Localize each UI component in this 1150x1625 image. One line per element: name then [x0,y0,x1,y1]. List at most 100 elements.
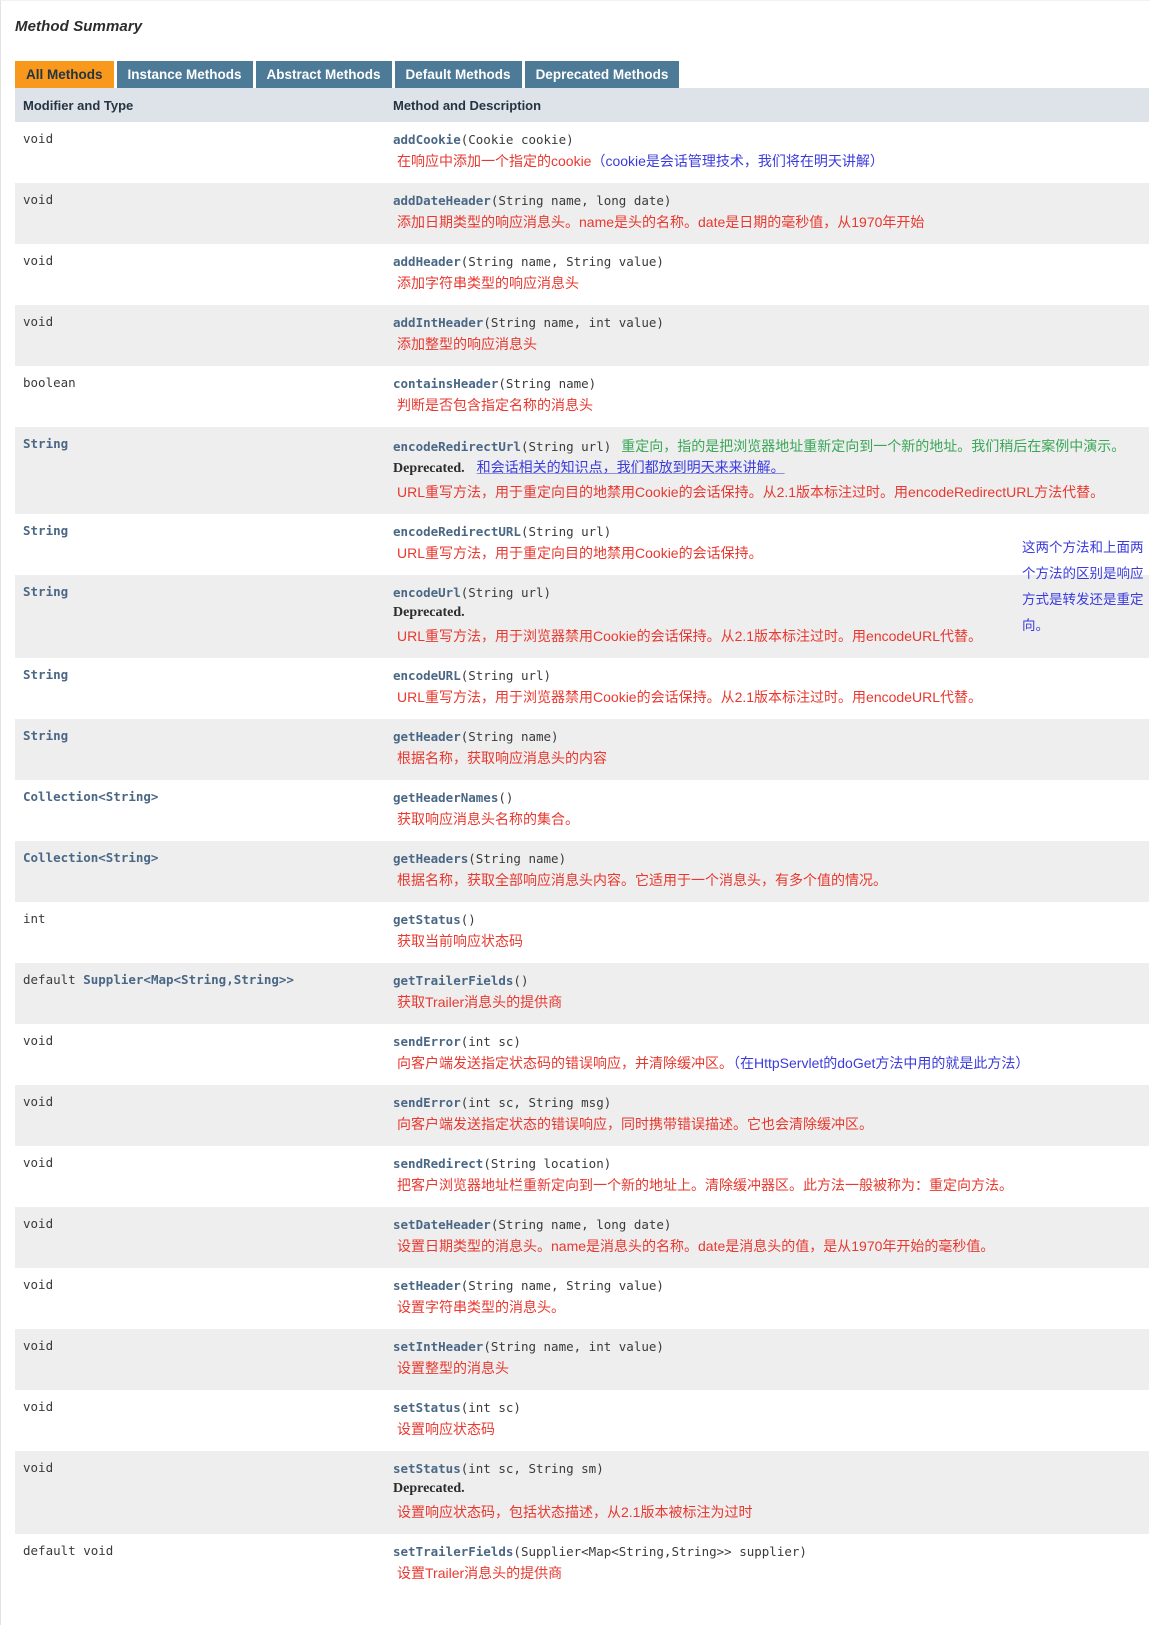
annotation-text: 添加整型的响应消息头 [397,336,537,352]
type-link[interactable]: String [23,667,68,682]
method-name-link[interactable]: setIntHeader [393,1339,483,1354]
method-name-link[interactable]: encodeRedirectUrl [393,439,521,454]
method-parameters: (String name) [460,729,559,744]
method-parameters: () [460,912,476,927]
method-signature: setStatus(int sc) [393,1399,521,1416]
method-signature: setDateHeader(String name, long date) [393,1216,671,1233]
method-name-link[interactable]: encodeRedirectURL [393,524,521,539]
method-signature: addIntHeader(String name, int value) [393,314,664,331]
table-row: Collection<String> getHeaderNames() 获取响应消息… [15,780,1149,841]
method-name-link[interactable]: setTrailerFields [393,1544,513,1559]
method-name-link[interactable]: getTrailerFields [393,973,513,988]
method-signature: encodeRedirectURL(String url) [393,523,611,540]
method-name-link[interactable]: sendRedirect [393,1156,483,1171]
tab-all-methods[interactable]: All Methods [15,61,114,88]
modifier-keyword: void [23,1155,54,1170]
modifier-keyword: void [23,1399,54,1414]
tab-deprecated-methods[interactable]: Deprecated Methods [524,61,680,88]
method-signature-row: setDateHeader(String name, long date) [393,1216,1143,1233]
type-link[interactable]: Collection<String> [23,789,158,804]
method-signature: containsHeader(String name) [393,375,596,392]
deprecated-annotation-blue: 和会话相关的知识点，我们都放到明天来来讲解。 [476,459,785,475]
modifier-keyword: void [23,253,54,268]
annotation-text-blue: （cookie是会话管理技术，我们将在明天讲解） [591,153,884,169]
method-name-link[interactable]: setStatus [393,1400,461,1415]
method-name-link[interactable]: containsHeader [393,376,498,391]
method-signature-row: getHeader(String name) [393,728,1143,745]
method-name-link[interactable]: setHeader [393,1278,461,1293]
method-signature: encodeURL(String url) [393,667,551,684]
method-signature-row: sendError(int sc, String msg) [393,1094,1143,1111]
cell-method-description: setIntHeader(String name, int value) 设置整型… [385,1329,1149,1390]
table-row: String encodeRedirectURL(String url) URL重写… [15,514,1149,575]
annotation-text: 在响应中添加一个指定的cookie [397,153,592,169]
modifier-keyword: default [23,972,84,987]
method-name-link[interactable]: sendError [393,1095,461,1110]
annotation-text: 添加日期类型的响应消息头。name是头的名称。date是日期的毫秒值，从1970… [397,214,925,230]
method-name-link[interactable]: setStatus [393,1461,461,1476]
cell-modifier-type: String [15,658,385,719]
method-summary-page: Method Summary All Methods Instance Metho… [0,0,1150,1625]
cell-method-description: containsHeader(String name) 判断是否包含指定名称的消息… [385,366,1149,427]
tab-instance-methods[interactable]: Instance Methods [116,61,253,88]
description-annotation: URL重写方法，用于重定向目的地禁用Cookie的会话保持。 [393,543,1143,564]
cell-method-description: getHeaderNames() 获取响应消息头名称的集合。 [385,780,1149,841]
method-name-link[interactable]: getHeaderNames [393,790,498,805]
cell-method-description: encodeRedirectURL(String url) URL重写方法，用于重… [385,514,1149,575]
tab-abstract-methods[interactable]: Abstract Methods [255,61,392,88]
deprecated-row: Deprecated. [393,1477,1143,1499]
description-annotation: 设置Trailer消息头的提供商 [393,1563,1143,1584]
type-link[interactable]: String [23,523,68,538]
table-row: void sendError(int sc, String msg) 向客户端发送指… [15,1085,1149,1146]
modifier-keyword: boolean [23,375,76,390]
type-link[interactable]: String [23,436,68,451]
method-name-link[interactable]: addIntHeader [393,315,483,330]
type-link[interactable]: Supplier<Map<String,String>> [83,972,294,987]
deprecated-label: Deprecated. [393,461,465,476]
method-name-link[interactable]: encodeURL [393,668,461,683]
cell-modifier-type: void [15,305,385,366]
column-header-method: Method and Description [385,88,1149,122]
method-parameters: (int sc) [460,1400,521,1415]
description-annotation: 设置响应状态码 [393,1419,1143,1440]
method-name-link[interactable]: getHeaders [393,851,468,866]
cell-method-description: getHeader(String name) 根据名称，获取响应消息头的内容 [385,719,1149,780]
annotation-text: 设置Trailer消息头的提供商 [397,1565,563,1581]
method-name-link[interactable]: sendError [393,1034,461,1049]
modifier-keyword: default void [23,1543,114,1558]
method-name-link[interactable]: addHeader [393,254,461,269]
type-link[interactable]: Collection<String> [23,850,158,865]
method-parameters: (String name, long date) [490,1217,672,1232]
description-annotation: URL重写方法，用于浏览器禁用Cookie的会话保持。从2.1版本标注过时。用e… [393,626,1143,647]
modifier-keyword: void [23,1033,54,1048]
description-annotation: 根据名称，获取全部响应消息头内容。它适用于一个消息头，有多个值的情况。 [393,870,1143,891]
method-name-link[interactable]: setDateHeader [393,1217,491,1232]
description-annotation: URL重写方法，用于浏览器禁用Cookie的会话保持。从2.1版本标注过时。用e… [393,687,1143,708]
cell-modifier-type: Collection<String> [15,841,385,902]
table-row: String getHeader(String name) 根据名称，获取响应消息头… [15,719,1149,780]
method-name-link[interactable]: addCookie [393,132,461,147]
method-name-link[interactable]: addDateHeader [393,193,491,208]
cell-modifier-type: void [15,1268,385,1329]
method-signature-row: sendRedirect(String location) [393,1155,1143,1172]
method-signature: sendError(int sc) [393,1033,521,1050]
method-name-link[interactable]: getHeader [393,729,461,744]
annotation-text: 设置日期类型的消息头。name是消息头的名称。date是消息头的值，是从1970… [397,1238,995,1254]
annotation-text: 向客户端发送指定状态码的错误响应，并清除缓冲区。 [397,1055,733,1071]
table-row: String encodeRedirectUrl(String url) 重定向，指… [15,427,1149,514]
method-name-link[interactable]: encodeUrl [393,585,461,600]
method-name-link[interactable]: getStatus [393,912,461,927]
cell-modifier-type: String [15,514,385,575]
description-annotation: 判断是否包含指定名称的消息头 [393,395,1143,416]
description-annotation: 设置日期类型的消息头。name是消息头的名称。date是消息头的值，是从1970… [393,1236,1143,1257]
method-signature-row: addDateHeader(String name, long date) [393,192,1143,209]
table-row: int getStatus() 获取当前响应状态码 [15,902,1149,963]
method-signature: getHeaders(String name) [393,850,566,867]
type-link[interactable]: String [23,584,68,599]
tab-default-methods[interactable]: Default Methods [394,61,522,88]
type-link[interactable]: String [23,728,68,743]
modifier-keyword: void [23,1277,54,1292]
description-annotation: 添加日期类型的响应消息头。name是头的名称。date是日期的毫秒值，从1970… [393,212,1143,233]
cell-method-description: addIntHeader(String name, int value) 添加整型… [385,305,1149,366]
method-signature: sendError(int sc, String msg) [393,1094,611,1111]
